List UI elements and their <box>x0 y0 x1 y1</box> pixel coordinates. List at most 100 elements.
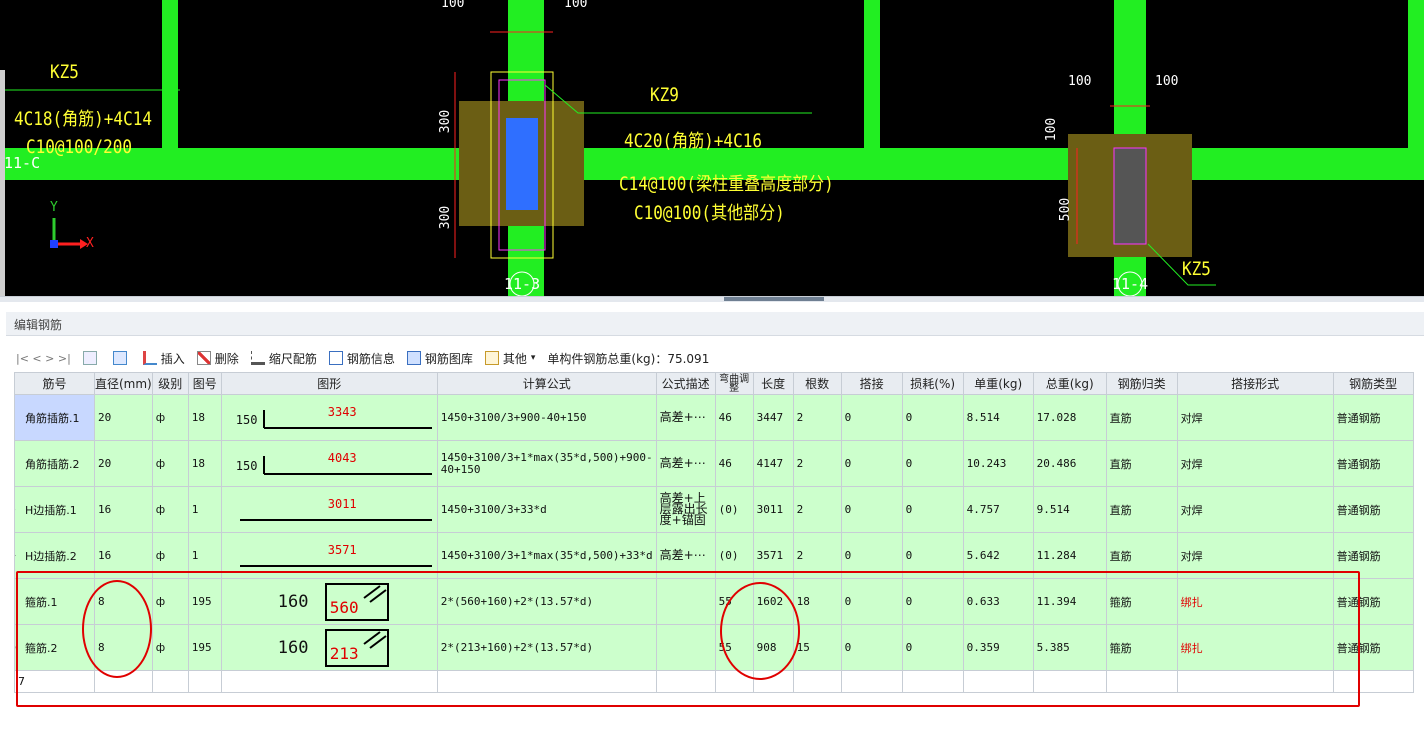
rebar-info-button[interactable]: 钢筋信息 <box>328 350 395 367</box>
column-header[interactable]: 总重(kg) <box>1032 372 1107 395</box>
splitter-grip[interactable] <box>724 297 824 301</box>
cell-bend[interactable]: (0) <box>714 532 754 579</box>
empty-cell[interactable] <box>1332 670 1414 693</box>
rebar-shape-cell[interactable]: 3011 <box>220 486 438 533</box>
move-up-button[interactable] <box>82 351 101 365</box>
table-row[interactable]: 1角筋插筋.120ф1815033431450+3100/3+900-40+15… <box>14 394 1414 441</box>
cell-lap[interactable]: 0 <box>840 440 903 487</box>
cell-lap[interactable]: 0 <box>840 578 903 625</box>
empty-cell[interactable] <box>436 670 657 693</box>
column-header[interactable]: 损耗(%) <box>901 372 964 395</box>
empty-cell[interactable] <box>220 670 438 693</box>
table-row[interactable]: 6 箍筋.2 8ф195 160 213 2*(213+160)+2*(13.57*d) 5… <box>14 624 1414 671</box>
cell-name[interactable]: 1 角筋插筋.1 <box>14 394 95 441</box>
cell-dia[interactable]: 16 <box>94 486 153 533</box>
rebar-shape-cell[interactable]: 150 4043 <box>220 440 438 487</box>
cell-unit-w[interactable]: 8.514 <box>962 394 1034 441</box>
cell-name[interactable]: 6 箍筋.2 <box>14 624 95 671</box>
cell-desc[interactable]: 高差+⋯ <box>655 394 716 441</box>
cell-lap-type[interactable]: 绑扎 <box>1176 624 1334 671</box>
rebar-shape-cell[interactable]: 3571 <box>220 532 438 579</box>
column-header[interactable]: 筋号 <box>14 372 95 395</box>
empty-cell[interactable] <box>714 670 754 693</box>
column-header[interactable]: 级别 <box>151 372 189 395</box>
cell-cat[interactable]: 直筋 <box>1105 394 1178 441</box>
cell-unit-w[interactable]: 0.633 <box>962 578 1034 625</box>
cell-len[interactable]: 3011 <box>752 486 794 533</box>
rebar-shape-cell[interactable]: 160 560 <box>220 578 438 625</box>
cell-len[interactable]: 3571 <box>752 532 794 579</box>
table-row[interactable]: 5 箍筋.1 8ф195 160 560 2*(560+160)+2*(13.57*d) 5… <box>14 578 1414 625</box>
cell-len[interactable]: 4147 <box>752 440 794 487</box>
column-header[interactable]: 根数 <box>792 372 842 395</box>
column-header[interactable]: 计算公式 <box>436 372 657 395</box>
cell-formula[interactable]: 1450+3100/3+1*max(35*d,500)+900-40+150 <box>436 440 657 487</box>
cell-total-w[interactable]: 20.486 <box>1032 440 1107 487</box>
cell-formula[interactable]: 1450+3100/3+1*max(35*d,500)+33*d <box>436 532 657 579</box>
cell-total-w[interactable]: 11.284 <box>1032 532 1107 579</box>
cell-lap[interactable]: 0 <box>840 394 903 441</box>
other-dropdown[interactable]: 其他 ▾ <box>484 350 535 367</box>
empty-cell[interactable] <box>1176 670 1334 693</box>
cell-name[interactable]: 4 H边插筋.2 <box>14 532 95 579</box>
cell-lap-type[interactable]: 对焊 <box>1176 532 1334 579</box>
cell-bend[interactable]: 46 <box>714 394 754 441</box>
table-row[interactable]: 3 H边插筋.1 16ф1 3011 1450+3100/3+33*d高差+上层露出长度… <box>14 486 1414 533</box>
cell-bend[interactable]: (0) <box>714 486 754 533</box>
cell-lap-type[interactable]: 对焊 <box>1176 486 1334 533</box>
cell-len[interactable]: 3447 <box>752 394 794 441</box>
cell-name[interactable]: 5 箍筋.1 <box>14 578 95 625</box>
cell-cat[interactable]: 直筋 <box>1105 532 1178 579</box>
cell-fig[interactable]: 18 <box>187 394 222 441</box>
cell-bend[interactable]: 55 <box>714 578 754 625</box>
cell-dia[interactable]: 20 <box>94 440 153 487</box>
empty-cell[interactable] <box>94 670 153 693</box>
table-row[interactable]: 2角筋插筋.220ф1815040431450+3100/3+1*max(35*… <box>14 440 1414 487</box>
cell-grade[interactable]: ф <box>151 440 189 487</box>
cell-type[interactable]: 普通钢筋 <box>1332 486 1414 533</box>
cell-loss[interactable]: 0 <box>901 532 964 579</box>
column-header[interactable]: 钢筋类型 <box>1332 372 1414 395</box>
column-header[interactable]: 直径(mm) <box>94 372 153 395</box>
cell-cat[interactable]: 箍筋 <box>1105 578 1178 625</box>
column-header[interactable]: 搭接 <box>840 372 903 395</box>
cell-unit-w[interactable]: 0.359 <box>962 624 1034 671</box>
cell-lap[interactable]: 0 <box>840 624 903 671</box>
cell-fig[interactable]: 1 <box>187 486 222 533</box>
empty-cell[interactable] <box>840 670 903 693</box>
cell-type[interactable]: 普通钢筋 <box>1332 578 1414 625</box>
empty-cell[interactable] <box>792 670 842 693</box>
cell-unit-w[interactable]: 10.243 <box>962 440 1034 487</box>
empty-cell[interactable] <box>752 670 794 693</box>
column-header[interactable]: 图形 <box>220 372 438 395</box>
cell-count[interactable]: 2 <box>792 440 842 487</box>
table-row[interactable]: 4 H边插筋.2 16ф1 3571 1450+3100/3+1*max(35*d,50… <box>14 532 1414 579</box>
column-header[interactable]: 单重(kg) <box>962 372 1034 395</box>
cell-desc[interactable]: 高差+⋯ <box>655 532 716 579</box>
cell-lap-type[interactable]: 对焊 <box>1176 440 1334 487</box>
cell-dia[interactable]: 8 <box>94 578 153 625</box>
cell-dia[interactable]: 8 <box>94 624 153 671</box>
cell-fig[interactable]: 18 <box>187 440 222 487</box>
scale-rebar-button[interactable]: 缩尺配筋 <box>250 350 317 367</box>
cell-loss[interactable]: 0 <box>901 624 964 671</box>
cell-type[interactable]: 普通钢筋 <box>1332 394 1414 441</box>
empty-cell[interactable] <box>901 670 964 693</box>
cell-formula[interactable]: 2*(560+160)+2*(13.57*d) <box>436 578 657 625</box>
empty-cell[interactable] <box>1105 670 1178 693</box>
empty-cell[interactable] <box>151 670 189 693</box>
empty-cell[interactable]: 7 <box>14 670 95 693</box>
cell-total-w[interactable]: 17.028 <box>1032 394 1107 441</box>
cell-unit-w[interactable]: 5.642 <box>962 532 1034 579</box>
column-header[interactable]: 公式描述 <box>655 372 716 395</box>
rebar-shape-cell[interactable]: 160 213 <box>220 624 438 671</box>
cell-fig[interactable]: 195 <box>187 624 222 671</box>
cell-type[interactable]: 普通钢筋 <box>1332 440 1414 487</box>
cell-grade[interactable]: ф <box>151 624 189 671</box>
cell-desc[interactable] <box>655 578 716 625</box>
cell-len[interactable]: 908 <box>752 624 794 671</box>
cell-desc[interactable] <box>655 624 716 671</box>
cell-desc[interactable]: 高差+上层露出长度+锚固 <box>655 486 716 533</box>
cell-type[interactable]: 普通钢筋 <box>1332 624 1414 671</box>
table-row-empty[interactable]: 7 <box>14 670 1414 693</box>
